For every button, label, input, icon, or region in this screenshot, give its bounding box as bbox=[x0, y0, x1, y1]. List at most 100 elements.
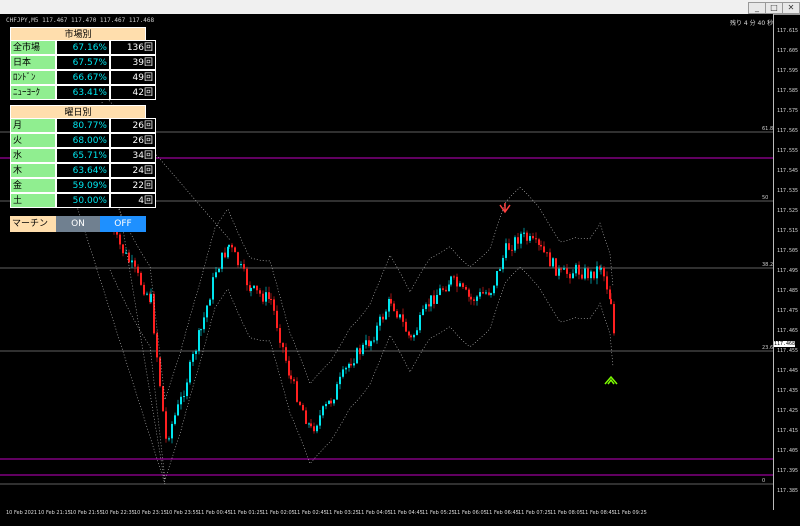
candle-body bbox=[563, 268, 565, 270]
candle-body bbox=[131, 260, 133, 263]
candle-body bbox=[268, 292, 270, 299]
candle-body bbox=[379, 316, 381, 326]
candle-body bbox=[168, 438, 170, 440]
price-tick: 117.575 bbox=[777, 108, 799, 114]
candle-body bbox=[549, 252, 551, 267]
time-tick: 11 Feb 06:05 bbox=[454, 510, 487, 516]
current-price-label: 117.468 bbox=[774, 341, 796, 347]
candle-body bbox=[353, 363, 355, 366]
price-tick: 117.555 bbox=[777, 148, 799, 154]
candle-body bbox=[200, 329, 202, 331]
time-tick: 11 Feb 05:25 bbox=[422, 510, 455, 516]
candle-body bbox=[218, 268, 220, 273]
candle-body bbox=[578, 264, 580, 275]
day-label: 土 bbox=[10, 193, 56, 208]
candle-body bbox=[572, 273, 574, 279]
candle-body bbox=[319, 415, 321, 426]
candle-body bbox=[270, 298, 272, 300]
candle-body bbox=[613, 304, 615, 334]
candle-body bbox=[122, 244, 124, 254]
day-count: 34回 bbox=[110, 148, 156, 163]
candle-body bbox=[246, 268, 248, 286]
market-count: 136回 bbox=[110, 40, 156, 55]
time-tick: 10 Feb 22:35 bbox=[102, 510, 135, 516]
candle-body bbox=[388, 298, 390, 312]
candle-body bbox=[156, 333, 158, 358]
candle-body bbox=[538, 239, 540, 245]
day-label: 木 bbox=[10, 163, 56, 178]
candle-body bbox=[405, 321, 407, 332]
candle-body bbox=[587, 268, 589, 279]
day-header: 曜日別 bbox=[10, 105, 146, 119]
time-tick: 11 Feb 03:25 bbox=[326, 510, 359, 516]
day-pct: 59.09% bbox=[56, 178, 110, 193]
time-tick: 11 Feb 08:45 bbox=[582, 510, 615, 516]
market-pct: 67.57% bbox=[56, 55, 110, 70]
candle-body bbox=[325, 404, 327, 407]
time-tick: 10 Feb 23:55 bbox=[166, 510, 199, 516]
candle-body bbox=[177, 404, 179, 416]
candle-body bbox=[206, 305, 208, 318]
candle-body bbox=[146, 293, 148, 295]
candle-body bbox=[590, 271, 592, 279]
price-tick: 117.435 bbox=[777, 388, 799, 394]
candle-body bbox=[330, 400, 332, 404]
day-pct: 50.00% bbox=[56, 193, 110, 208]
candle-body bbox=[402, 314, 404, 322]
market-label: ﾛﾝﾄﾞﾝ bbox=[10, 70, 56, 85]
market-label: 日本 bbox=[10, 55, 56, 70]
price-tick: 117.585 bbox=[777, 88, 799, 94]
candle-body bbox=[603, 267, 605, 277]
candle-body bbox=[430, 295, 432, 307]
day-label: 月 bbox=[10, 118, 56, 133]
candle-body bbox=[243, 264, 245, 269]
candle-body bbox=[348, 363, 350, 368]
candle-body bbox=[382, 316, 384, 320]
price-tick: 117.615 bbox=[777, 28, 799, 34]
candle-body bbox=[416, 330, 418, 335]
candle-body bbox=[290, 375, 292, 380]
candle-body bbox=[339, 376, 341, 385]
candle-body bbox=[505, 243, 507, 258]
candle-body bbox=[273, 299, 275, 311]
day-row: 水 65.71% 34回 bbox=[10, 148, 156, 163]
candle-body bbox=[276, 310, 278, 329]
day-row: 火 68.00% 26回 bbox=[10, 133, 156, 148]
candle-body bbox=[328, 400, 330, 405]
candle-body bbox=[288, 360, 290, 376]
candle-body bbox=[150, 294, 152, 303]
candle-body bbox=[422, 309, 424, 316]
candle-body bbox=[231, 244, 233, 248]
time-tick: 10 Feb 23:15 bbox=[134, 510, 167, 516]
day-count: 22回 bbox=[110, 178, 156, 193]
candle-body bbox=[462, 283, 464, 288]
time-tick: 11 Feb 04:05 bbox=[358, 510, 391, 516]
candle-body bbox=[600, 267, 602, 270]
day-label: 水 bbox=[10, 148, 56, 163]
candle-body bbox=[408, 331, 410, 336]
candle-body bbox=[365, 340, 367, 345]
candle-body bbox=[212, 277, 214, 300]
close-button[interactable]: ✕ bbox=[782, 2, 800, 14]
price-tick: 117.595 bbox=[777, 68, 799, 74]
candle-body bbox=[529, 236, 531, 241]
candle-body bbox=[373, 340, 375, 342]
candle-body bbox=[439, 288, 441, 295]
sell-arrow-icon bbox=[499, 203, 511, 214]
candle-body bbox=[368, 340, 370, 347]
candle-body bbox=[523, 232, 525, 234]
candle-body bbox=[119, 234, 121, 245]
price-tick: 117.505 bbox=[777, 248, 799, 254]
candle-body bbox=[396, 311, 398, 318]
martin-on-button[interactable]: ON bbox=[56, 216, 100, 232]
martin-off-button[interactable]: OFF bbox=[100, 216, 146, 232]
candle-body bbox=[511, 249, 513, 251]
market-pct: 63.41% bbox=[56, 85, 110, 100]
time-tick: 11 Feb 04:45 bbox=[390, 510, 423, 516]
candle-body bbox=[302, 404, 304, 411]
time-tick: 11 Feb 02:05 bbox=[262, 510, 295, 516]
market-row: 全市場 67.16% 136回 bbox=[10, 40, 156, 55]
market-header: 市場別 bbox=[10, 27, 146, 41]
candle-body bbox=[305, 410, 307, 424]
candle-body bbox=[356, 348, 358, 364]
